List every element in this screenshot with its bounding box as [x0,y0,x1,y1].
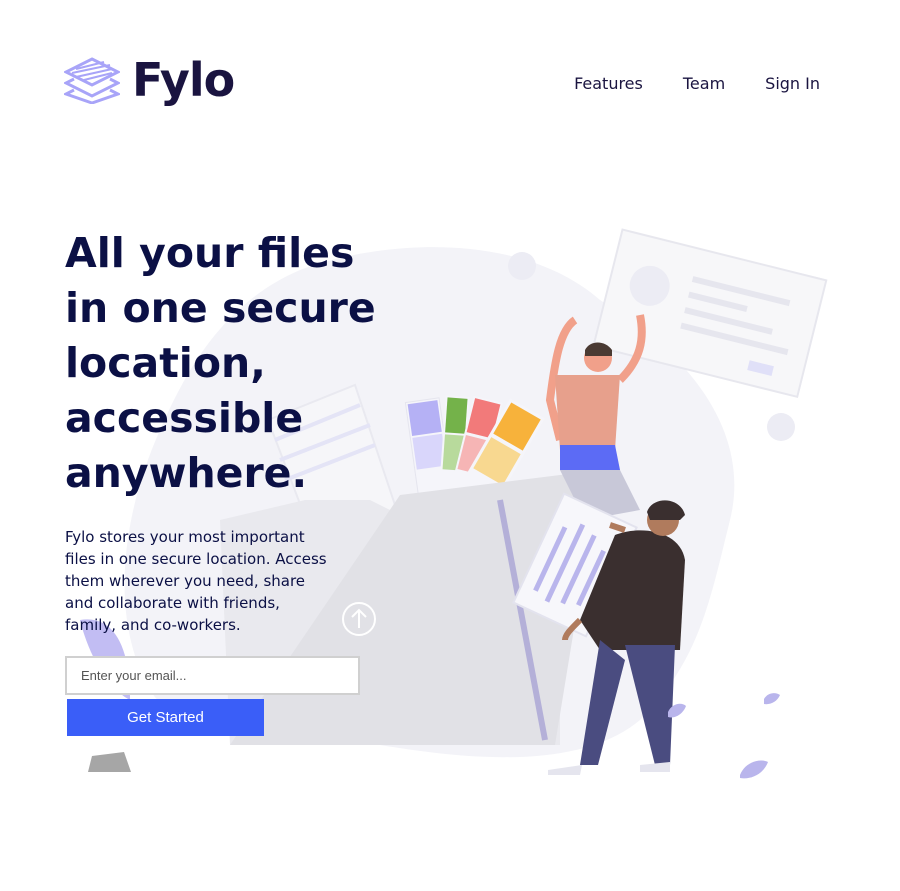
person-walking [548,500,685,775]
rock [88,752,131,772]
person-lifting-card [545,314,646,520]
bubble [767,413,795,441]
bubble [508,252,536,280]
nav-link-features[interactable]: Features [574,74,643,93]
color-swatches [404,395,545,510]
brand-name: Fylo [132,53,235,107]
hero-title: All your files in one secure location, a… [65,229,376,497]
nav-link-sign-in[interactable]: Sign In [765,74,820,93]
email-input[interactable] [65,656,360,695]
document-paper [512,492,638,638]
profile-card [592,228,828,399]
brand-logo[interactable]: Fylo [64,53,235,107]
upload-arrow-icon [342,602,376,636]
hero-description: Fylo stores your most important files in… [65,528,327,634]
get-started-button[interactable]: Get Started [67,699,264,736]
nav-link-team[interactable]: Team [683,74,725,93]
top-nav: Features Team Sign In [574,74,820,93]
layers-logo-icon [64,57,120,104]
